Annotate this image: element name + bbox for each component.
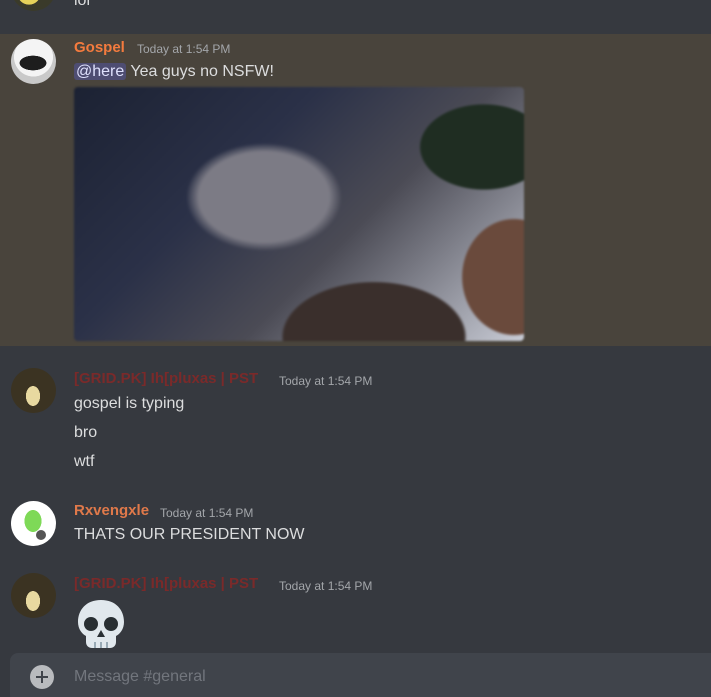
username[interactable]: Gospel	[74, 39, 125, 56]
here-mention[interactable]: @here	[74, 63, 127, 80]
avatar[interactable]	[11, 39, 56, 84]
message-text: bro	[74, 424, 98, 441]
message-composer	[10, 653, 711, 697]
timestamp: Today at 1:54 PM	[279, 579, 373, 593]
image-attachment[interactable]	[74, 87, 524, 341]
message-text: THATS OUR PRESIDENT NOW	[74, 526, 305, 543]
message-text: @here Yea guys no NSFW!	[74, 63, 274, 81]
message-input[interactable]	[74, 665, 674, 689]
username[interactable]: [GRID.PK] Ih[pluxas | PST	[74, 575, 258, 592]
message-text: gospel is typing	[74, 395, 185, 412]
message-text: lol	[74, 0, 91, 9]
message-body: Yea guys no NSFW!	[126, 63, 274, 80]
username[interactable]: Rxvengxle	[74, 502, 149, 519]
avatar[interactable]	[11, 368, 56, 413]
timestamp: Today at 1:54 PM	[279, 374, 373, 388]
avatar[interactable]	[11, 501, 56, 546]
plus-circle-icon[interactable]	[30, 665, 54, 689]
avatar[interactable]	[11, 0, 56, 11]
chat-message-list: lol Gospel Today at 1:54 PM @here Yea gu…	[0, 0, 711, 697]
message-text: wtf	[74, 453, 95, 470]
timestamp: Today at 1:54 PM	[137, 42, 231, 56]
skull-emoji	[78, 600, 124, 648]
username[interactable]: [GRID.PK] Ih[pluxas | PST	[74, 370, 258, 387]
avatar[interactable]	[11, 573, 56, 618]
timestamp: Today at 1:54 PM	[160, 506, 254, 520]
